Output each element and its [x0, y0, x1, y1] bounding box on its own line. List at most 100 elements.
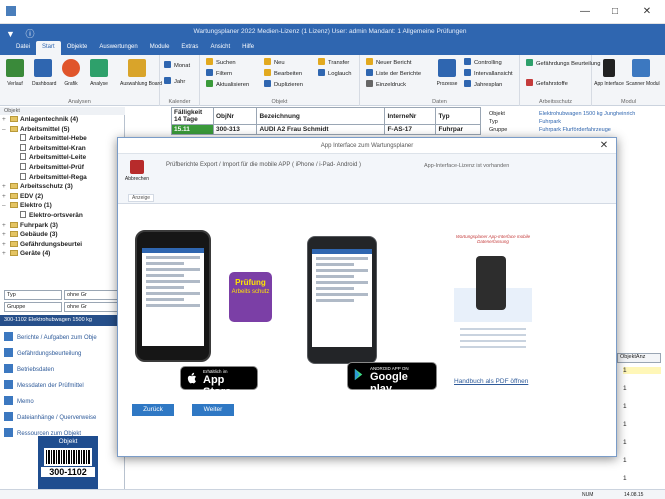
- tab-hilfe[interactable]: Hilfe: [236, 41, 260, 55]
- verlauf-button[interactable]: Verlauf: [4, 59, 26, 87]
- auswahlung-board-button[interactable]: Auswahlung Board: [120, 59, 162, 87]
- qat-menu-icon[interactable]: ▼: [6, 29, 15, 39]
- detail-value[interactable]: Fuhrpark Flurförderfahrzeuge: [539, 127, 611, 133]
- col-typ[interactable]: Typ: [435, 107, 481, 125]
- tree-item[interactable]: + Gebäude (3): [0, 230, 125, 240]
- tab-datei[interactable]: Datei: [10, 41, 36, 55]
- ribbon-tabs: Datei Start Objekte Auswertungen Module …: [10, 41, 260, 55]
- transfer-button[interactable]: Transfer: [318, 58, 349, 67]
- tree-item[interactable]: + EDV (2): [0, 192, 125, 202]
- tab-module[interactable]: Module: [144, 41, 176, 55]
- expand-icon[interactable]: +: [2, 182, 10, 192]
- scanner-modul-button[interactable]: Scanner Modul: [626, 59, 660, 87]
- tree-item[interactable]: + Fuhrpark (3): [0, 221, 125, 231]
- tab-anzeige[interactable]: Anzeige: [128, 194, 155, 202]
- collapse-icon[interactable]: –: [2, 201, 10, 211]
- typ-gruppe-select[interactable]: ohne Gr: [64, 290, 122, 300]
- expand-icon[interactable]: +: [2, 230, 10, 240]
- cell-bezeichnung: AUDI A2 Frau Schmidt: [256, 124, 386, 135]
- dashboard-button[interactable]: Dashboard: [32, 59, 56, 87]
- controlling-button[interactable]: Controlling: [464, 58, 502, 67]
- col-faelligkeit[interactable]: Fälligkeit 14 Tage: [171, 107, 214, 125]
- dialog-close-button[interactable]: ✕: [598, 140, 610, 152]
- expand-icon[interactable]: +: [2, 192, 10, 202]
- tree-item[interactable]: – Arbeitsmittel (5): [0, 125, 125, 135]
- expand-icon[interactable]: +: [2, 221, 10, 231]
- liste-berichte-button[interactable]: Liste der Berichte: [366, 69, 421, 78]
- tree-item[interactable]: Arbeitsmittel-Leite: [0, 153, 125, 163]
- suchen-button[interactable]: Suchen: [206, 58, 236, 67]
- col-bezeichnung[interactable]: Bezeichnung: [256, 107, 386, 125]
- nav-item[interactable]: Memo: [4, 395, 122, 409]
- tree-item[interactable]: Elektro-ortsverän: [0, 210, 125, 221]
- tab-start[interactable]: Start: [36, 41, 61, 55]
- tree-item[interactable]: – Elektro (1): [0, 201, 125, 211]
- nav-item[interactable]: Berichte / Aufgaben zum Obje: [4, 331, 122, 345]
- gruppe-select[interactable]: Gruppe: [4, 302, 62, 312]
- tree-item[interactable]: + Arbeitsschutz (3): [0, 182, 125, 192]
- tab-auswertungen[interactable]: Auswertungen: [93, 41, 143, 55]
- gefahrstoffe-button[interactable]: Gefahrstoffe: [526, 79, 568, 88]
- monat-button[interactable]: Monat: [164, 61, 190, 70]
- analyse-button[interactable]: Analyse: [88, 59, 110, 87]
- nav-item[interactable]: Betriebsdaten: [4, 363, 122, 377]
- maximize-button[interactable]: □: [600, 4, 630, 20]
- tree-item[interactable]: Arbeitsmittel-Rega: [0, 172, 125, 183]
- app-interface-button[interactable]: App Interface: [594, 59, 624, 87]
- google-play-badge[interactable]: ANDROID APP ON Google play: [347, 362, 437, 395]
- nav-item[interactable]: Gefährdungsbeurteilung: [4, 347, 122, 361]
- gruppe-gruppe-select[interactable]: ohne Gr: [64, 302, 122, 312]
- col-objnr[interactable]: ObjNr: [212, 107, 258, 125]
- duplizieren-button[interactable]: Duplizieren: [264, 80, 303, 89]
- neuer-bericht-button[interactable]: Neuer Bericht: [366, 58, 411, 67]
- flyer-image[interactable]: Wartungsplaner App-Interface mobile Date…: [454, 234, 532, 364]
- expand-icon[interactable]: +: [2, 240, 10, 250]
- gefaehrdungs-beurteilung-button[interactable]: Gefährdungs Beurteilung: [526, 59, 600, 68]
- tree-item[interactable]: Arbeitsmittel-Kran: [0, 143, 125, 154]
- pdf-manual-link[interactable]: Handbuch als PDF öffnen: [454, 378, 528, 385]
- back-button[interactable]: Zurück: [132, 404, 174, 416]
- nav-item[interactable]: Dateianhänge / Querverweise: [4, 411, 122, 425]
- jahr-button[interactable]: Jahr: [164, 77, 185, 86]
- prozesse-button[interactable]: Prozesse: [436, 59, 458, 87]
- jahresplan-button[interactable]: Jahresplan: [464, 80, 502, 89]
- tree-item[interactable]: Arbeitsmittel-Prüf: [0, 162, 125, 173]
- collapse-icon[interactable]: –: [2, 125, 10, 135]
- detail-value[interactable]: Elektrohubwagen 1500 kg Jungheinrich: [539, 111, 635, 117]
- next-button[interactable]: Weiter: [192, 404, 234, 416]
- nav-item[interactable]: Messdaten der Prüfmittel: [4, 379, 122, 393]
- object-tree[interactable]: Objekt + Anlagentechnik (4) – Arbeitsmittel…: [0, 107, 125, 285]
- tree-item[interactable]: + Anlagentechnik (4): [0, 115, 125, 125]
- aktualisieren-button[interactable]: Aktualisieren: [206, 80, 249, 89]
- einzeldruck-button[interactable]: Einzeldruck: [366, 80, 406, 89]
- table-row[interactable]: 15.11 300-313 AUDI A2 Frau Schmidt F-AS-…: [171, 124, 481, 135]
- nav-item-icon: [4, 348, 13, 357]
- intervallansicht-button[interactable]: Intervallansicht: [464, 69, 513, 78]
- minimize-button[interactable]: —: [570, 4, 600, 20]
- grafik-button[interactable]: Grafik: [60, 59, 82, 87]
- nav-item-icon: [4, 332, 13, 341]
- filtern-button[interactable]: Filtern: [206, 69, 232, 78]
- col-internenr[interactable]: InterneNr: [384, 107, 437, 125]
- tab-extras[interactable]: Extras: [175, 41, 204, 55]
- tree-item[interactable]: Arbeitsmittel-Hebe: [0, 134, 125, 144]
- tab-ansicht[interactable]: Ansicht: [204, 41, 236, 55]
- close-window-button[interactable]: ✕: [632, 4, 662, 20]
- col-objektanz[interactable]: ObjektAnz: [617, 353, 661, 363]
- loglauch-button[interactable]: Loglauch: [318, 69, 352, 78]
- tree-item[interactable]: + Gefährdungsbeurtei: [0, 240, 125, 250]
- filter-typ-row: Typ ohne Gr: [4, 290, 122, 300]
- bearbeiten-button[interactable]: Bearbeiten: [264, 69, 302, 78]
- expand-icon[interactable]: +: [2, 115, 10, 125]
- abbrechen-button[interactable]: Abbrechen: [124, 160, 150, 182]
- typ-select[interactable]: Typ: [4, 290, 62, 300]
- tab-objekte[interactable]: Objekte: [61, 41, 94, 55]
- neu-button[interactable]: Neu: [264, 58, 285, 67]
- expand-icon[interactable]: +: [2, 249, 10, 259]
- tree-item[interactable]: + Geräte (4): [0, 249, 125, 259]
- android-screen: [312, 249, 372, 347]
- app-store-badge[interactable]: Erhältlich im App Store: [180, 366, 258, 398]
- info-icon[interactable]: ⓘ: [25, 27, 34, 40]
- detail-value[interactable]: Fuhrpark: [539, 119, 561, 125]
- objektanz-cell: 1: [623, 367, 661, 374]
